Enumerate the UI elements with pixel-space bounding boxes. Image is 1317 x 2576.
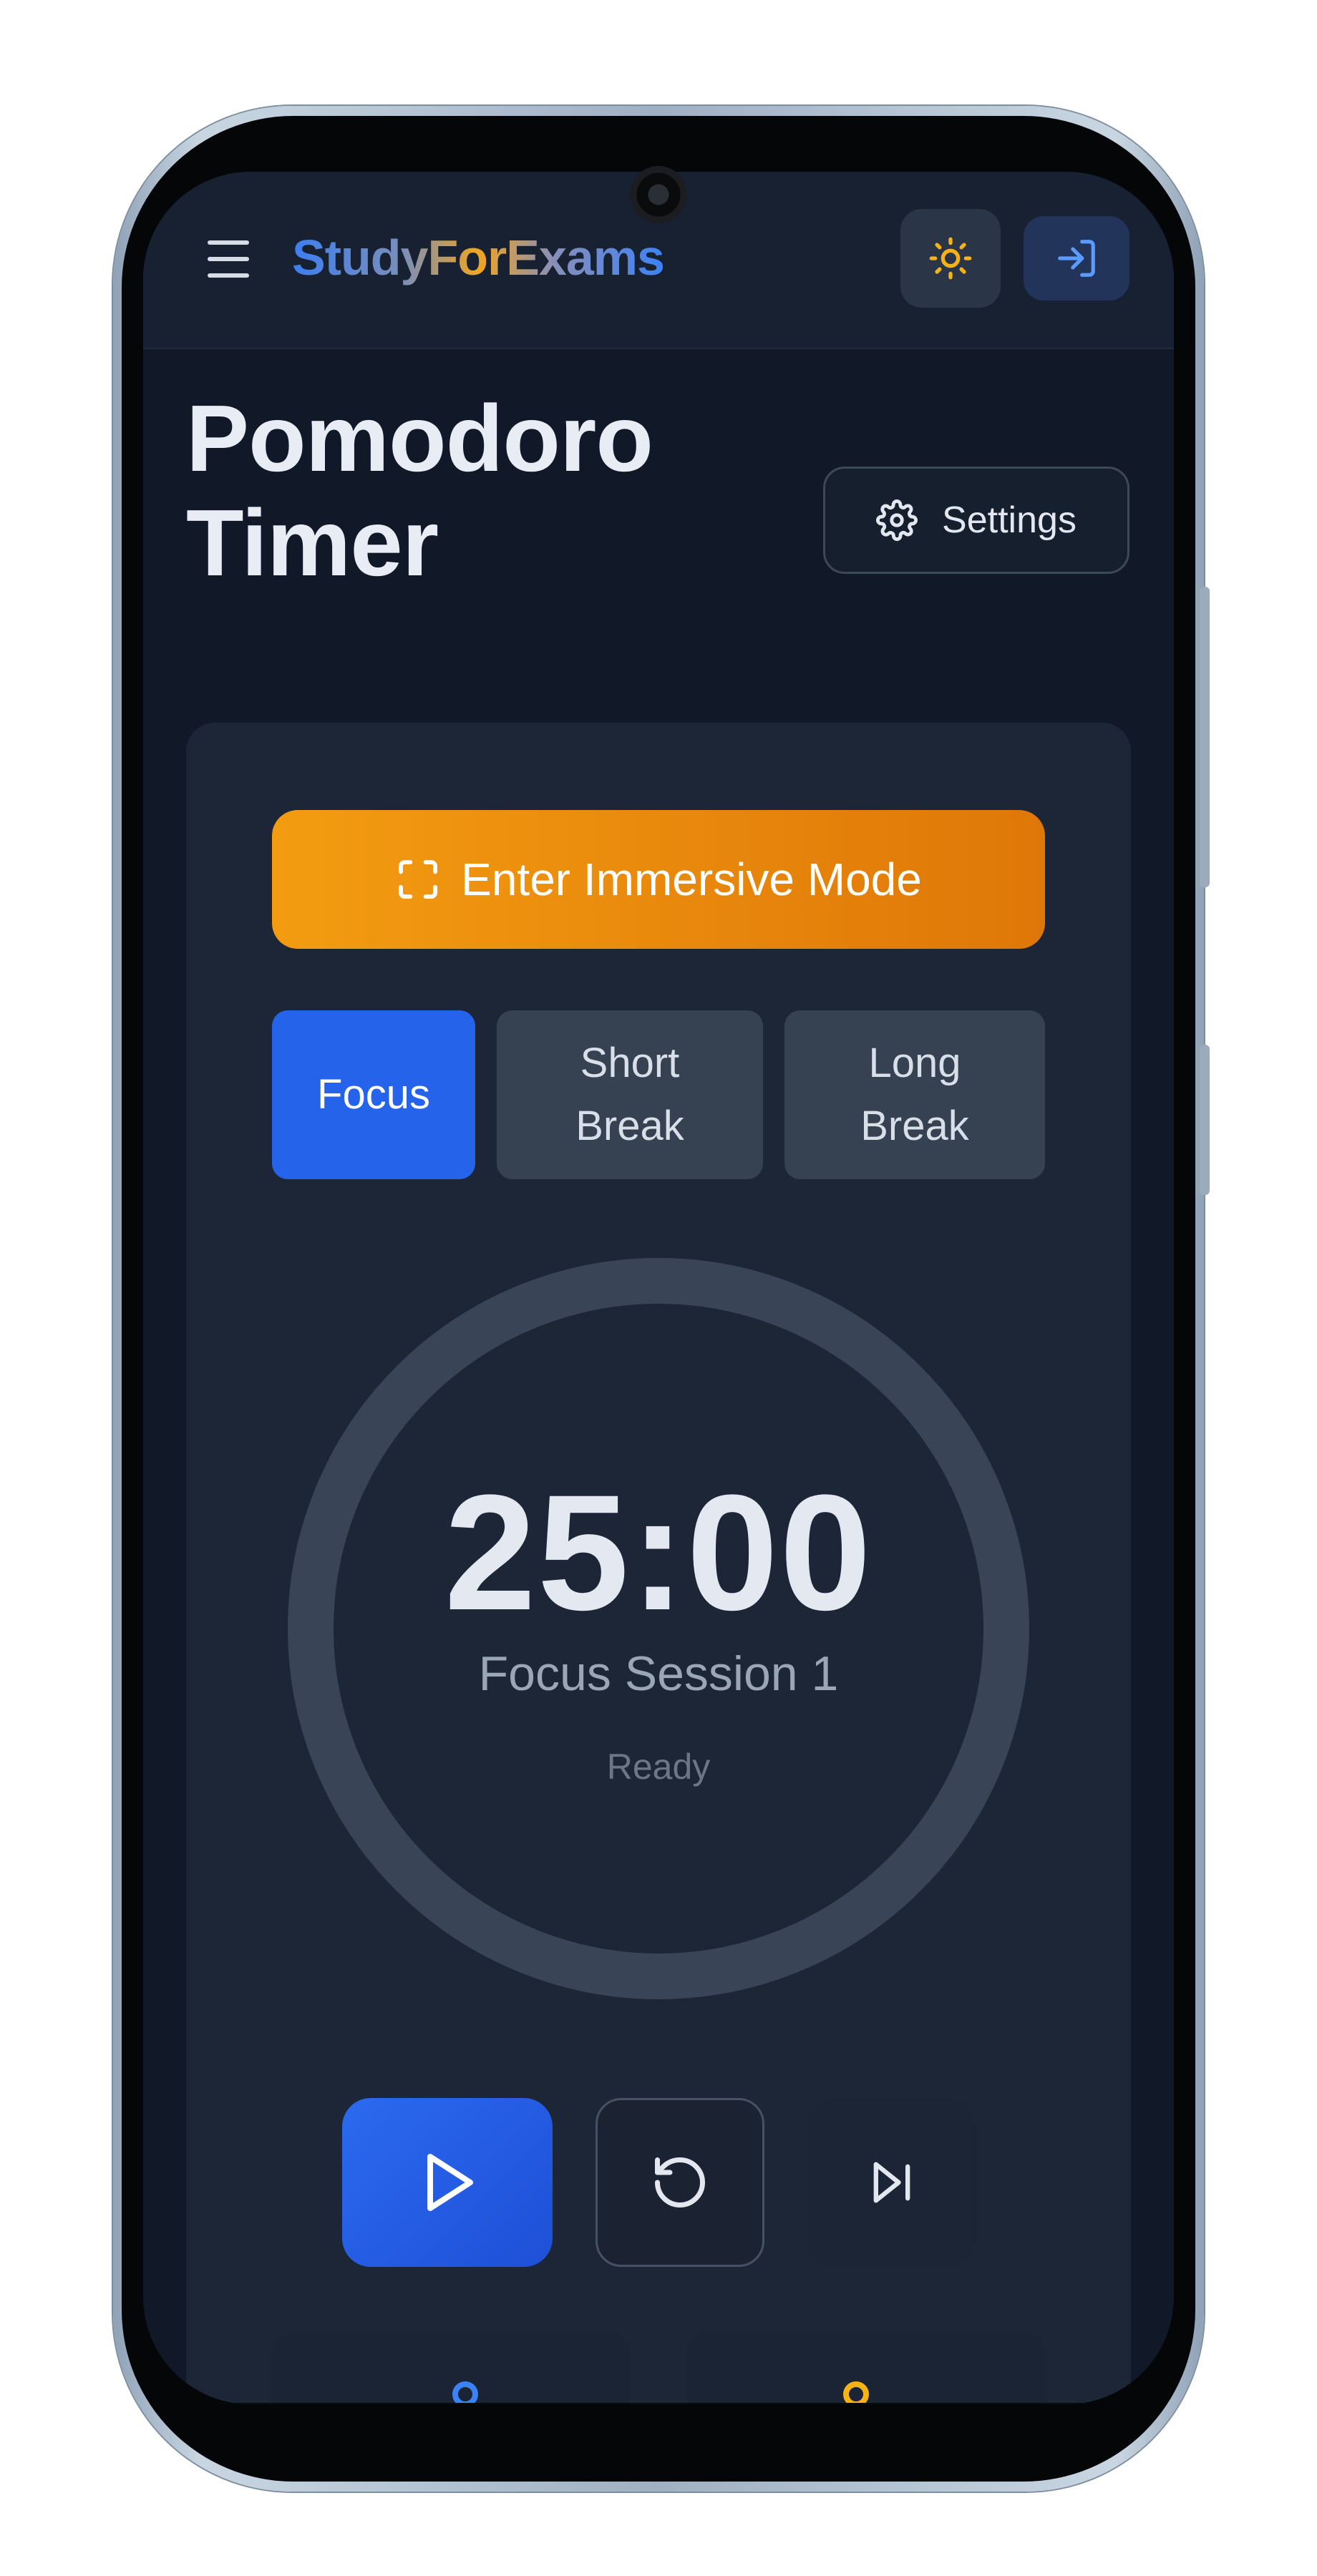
mode-tab-focus[interactable]: Focus [272,1010,475,1179]
fullscreen-icon [399,860,438,899]
log-in-icon [1058,240,1095,277]
mode-tab-label: Long Break [860,1040,969,1149]
play-icon [427,2154,473,2211]
volume-button [1200,587,1210,887]
settings-label: Settings [942,499,1077,541]
immersive-mode-label: Enter Immersive Mode [461,854,922,905]
reset-icon [655,2157,705,2207]
mode-tab-long-break[interactable]: Long Break [784,1010,1045,1179]
page-title: Pomodoro Timer [186,386,653,595]
start-button[interactable] [342,2098,553,2267]
stat-panel-left [272,2333,630,2404]
immersive-mode-button[interactable]: Enter Immersive Mode [272,810,1045,949]
app-screen: StudyForExams Pomodoro Timer Settings En… [143,172,1174,2404]
timer-status: Ready [606,1747,711,1787]
skip-button[interactable] [807,2098,976,2267]
mode-tab-label: Focus [317,1071,430,1118]
login-button[interactable] [1024,216,1129,301]
hamburger-menu-icon[interactable] [208,240,251,278]
session-label: Focus Session 1 [478,1646,839,1701]
stat-icon-blue [452,2381,478,2404]
front-camera [630,166,687,223]
reset-button[interactable] [596,2098,764,2267]
screen-edge [143,2403,1174,2404]
skip-forward-icon [873,2162,910,2203]
stat-icon-yellow [843,2381,869,2404]
settings-button[interactable]: Settings [823,467,1129,574]
timer-display: 25:00 [444,1460,873,1644]
sun-icon [929,237,972,280]
app-logo[interactable]: StudyForExams [292,229,665,286]
mode-tab-label: Short Break [575,1040,684,1149]
theme-toggle-button[interactable] [900,209,1001,308]
gear-icon [876,499,918,541]
mode-tab-short-break[interactable]: Short Break [497,1010,763,1179]
power-button [1200,1045,1210,1195]
